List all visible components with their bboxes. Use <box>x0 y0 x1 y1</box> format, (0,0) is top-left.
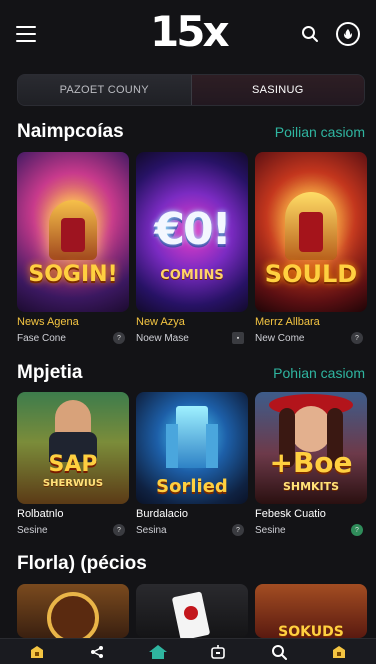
game-art-text: SOGIN! <box>28 262 118 287</box>
game-card[interactable] <box>136 584 248 638</box>
game-title: Merrz Allbara <box>255 316 320 328</box>
profile-icon[interactable] <box>336 22 360 46</box>
game-art-text: SOKUDS <box>278 624 344 638</box>
game-art-subtext: SHERWIUS <box>42 478 104 489</box>
game-thumbnail: SOGIN! <box>17 152 129 312</box>
game-card[interactable] <box>17 584 129 638</box>
info-icon[interactable]: ? <box>351 524 363 536</box>
info-icon[interactable]: ? <box>351 332 363 344</box>
section-title: Florla) (pécios <box>17 553 147 574</box>
search-icon[interactable] <box>298 22 322 46</box>
tab-left[interactable]: PAZOET COUNY <box>18 75 191 105</box>
mode-toggle: PAZOET COUNY SASINUG <box>17 74 365 106</box>
info-icon[interactable]: ? <box>113 332 125 344</box>
game-thumbnail <box>17 584 129 638</box>
see-all-link[interactable]: Poilian casiom <box>275 124 365 140</box>
game-card[interactable]: SOULD Merrz Allbara New Come ? <box>255 152 367 344</box>
game-thumbnail: +Boe SHMKITS <box>255 392 367 504</box>
game-thumbnail <box>136 584 248 638</box>
section-title: Naimpcoías <box>17 121 124 142</box>
bottom-nav <box>0 638 376 664</box>
game-thumbnail: SAP SHERWIUS <box>17 392 129 504</box>
game-thumbnail: €0! COMIINS <box>136 152 248 312</box>
gift-icon[interactable] <box>328 641 350 663</box>
game-title: Burdalacio <box>136 508 188 520</box>
game-card[interactable]: Sorlied Burdalacio Sesina ? <box>136 392 248 536</box>
search-nav-icon[interactable] <box>268 641 290 663</box>
game-art-text: SOULD <box>264 260 358 288</box>
game-thumbnail: Sorlied <box>136 392 248 504</box>
info-icon[interactable]: ? <box>232 524 244 536</box>
game-title: Febesk Cuatio <box>255 508 326 520</box>
section-header: Mpjetia Pohian casiom <box>17 362 365 384</box>
game-title: Rolbatnlo <box>17 508 64 520</box>
game-art-text: €0! <box>154 204 231 255</box>
game-title: News Agena <box>17 316 79 328</box>
section-title: Mpjetia <box>17 362 83 383</box>
info-icon[interactable]: ▪ <box>232 332 244 344</box>
game-card[interactable]: SOGIN! News Agena Fase Cone ? <box>17 152 129 344</box>
menu-icon[interactable] <box>16 26 36 42</box>
game-row: SAP SHERWIUS Rolbatnlo Sesine ? Sorlied … <box>17 392 376 536</box>
top-bar: 15x <box>0 0 376 68</box>
game-card[interactable]: SOKUDS <box>255 584 367 638</box>
game-thumbnail: SOULD <box>255 152 367 312</box>
share-icon[interactable] <box>86 641 108 663</box>
game-card[interactable]: SAP SHERWIUS Rolbatnlo Sesine ? <box>17 392 129 536</box>
tab-right[interactable]: SASINUG <box>190 75 364 105</box>
game-art-text: +Boe <box>269 446 353 479</box>
bonus-icon[interactable] <box>26 641 48 663</box>
section-header: Naimpcoías Poilian casiom <box>17 121 365 143</box>
game-art-subtext: SHMKITS <box>282 480 340 493</box>
home-icon[interactable] <box>147 641 169 663</box>
game-art-text: SAP <box>48 452 98 477</box>
app-logo[interactable]: 15x <box>150 10 230 54</box>
header-actions <box>298 22 360 46</box>
game-row: SOGIN! News Agena Fase Cone ? €0! COMIIN… <box>17 152 376 344</box>
game-card[interactable]: +Boe SHMKITS Febesk Cuatio Sesine ? <box>255 392 367 536</box>
game-art-subtext: COMIINS <box>160 268 224 283</box>
game-card[interactable]: €0! COMIINS New Azya Noew Mase ▪ <box>136 152 248 344</box>
info-icon[interactable]: ? <box>113 524 125 536</box>
section-header: Florla) (pécios <box>17 553 365 575</box>
live-tv-icon[interactable] <box>207 641 229 663</box>
game-title: New Azya <box>136 316 185 328</box>
game-art-text: Sorlied <box>156 476 228 497</box>
game-thumbnail: SOKUDS <box>255 584 367 638</box>
see-all-link[interactable]: Pohian casiom <box>273 365 365 381</box>
game-row: SOKUDS <box>17 584 376 638</box>
